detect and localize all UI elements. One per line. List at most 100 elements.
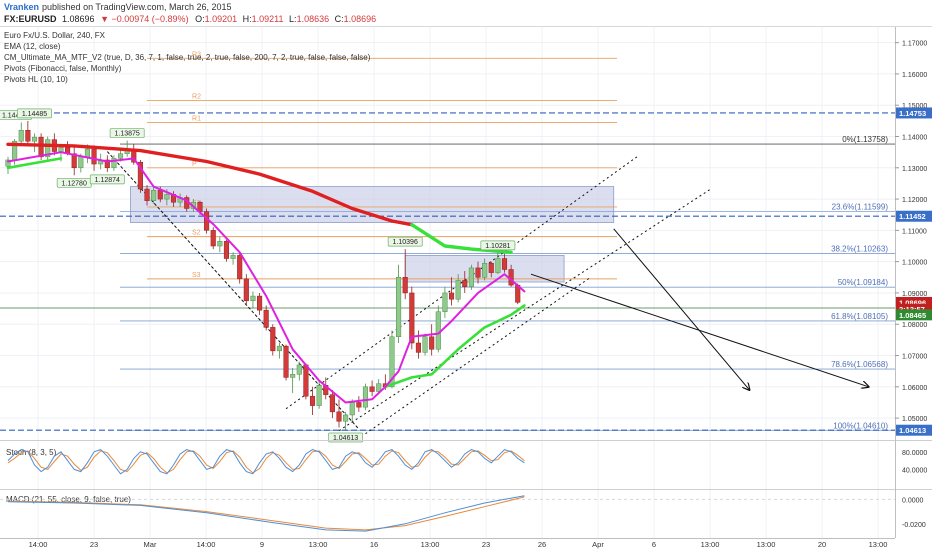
candle-body[interactable] (78, 156, 84, 169)
price-tag-label: 1.11452 (899, 212, 926, 221)
candle-body[interactable] (243, 278, 249, 302)
pivot-hl-label: 1.10396 (393, 239, 418, 246)
candle-body[interactable] (488, 262, 494, 273)
ohlc-l-key: L: (289, 14, 297, 24)
macd-axis-label: -0.0200 (902, 522, 926, 529)
candle-body[interactable] (263, 309, 269, 328)
symbol: FX:EURUSD (4, 14, 57, 24)
time-axis-label: 23 (482, 540, 490, 549)
candle-body[interactable] (84, 148, 90, 158)
candle-body[interactable] (409, 292, 415, 344)
time-axis-label: 13:00 (701, 540, 720, 549)
price-tag-label: 1.04613 (899, 426, 926, 435)
candle-body[interactable] (210, 230, 216, 247)
candle-body[interactable] (422, 336, 428, 353)
last-price: 1.08696 (62, 14, 95, 24)
time-axis-label: 14:00 (29, 540, 48, 549)
pivot-label: S3 (192, 272, 201, 279)
candle-body[interactable] (223, 241, 230, 259)
fib-level-label: 50%(1.09184) (838, 278, 889, 287)
candle-body[interactable] (501, 258, 508, 270)
time-axis-label: 13:00 (309, 540, 328, 549)
stoch-axis-label: 40.0000 (902, 467, 927, 474)
candle-body[interactable] (309, 395, 316, 406)
candle-body[interactable] (276, 345, 282, 352)
candle-body[interactable] (230, 255, 236, 259)
candle-body[interactable] (369, 386, 375, 392)
candle-body[interactable] (415, 342, 421, 353)
candle-body[interactable] (336, 411, 342, 422)
candle-body[interactable] (164, 194, 170, 200)
candle-body[interactable] (25, 130, 31, 142)
candle-body[interactable] (151, 190, 157, 201)
candle-body[interactable] (217, 241, 223, 247)
time-axis-label: 6 (652, 540, 656, 549)
candle-body[interactable] (482, 262, 488, 278)
candle-body[interactable] (475, 267, 481, 278)
stoch-axis-label: 80.0000 (902, 450, 927, 457)
price-axis-label: 1.06000 (902, 385, 927, 392)
candle-body[interactable] (356, 402, 362, 408)
study-pivots: Pivots (Fibonacci, false, Monthly) (4, 64, 122, 73)
candle-body[interactable] (468, 267, 474, 287)
candle-body[interactable] (343, 414, 349, 422)
published-text: published on TradingView.com, March 26, … (42, 2, 231, 12)
candle-body[interactable] (290, 374, 296, 378)
candle-body[interactable] (396, 277, 402, 338)
ohlc-c-key: C: (335, 14, 344, 24)
candle-body[interactable] (283, 345, 289, 378)
time-axis-label: Apr (592, 540, 604, 549)
candle-body[interactable] (442, 292, 448, 312)
candle-body[interactable] (257, 295, 263, 311)
candle-body[interactable] (429, 336, 435, 350)
price-change: ▼ −0.00974 (−0.89%) (100, 14, 188, 24)
candle-body[interactable] (349, 402, 355, 416)
time-axis-label: 23 (90, 540, 98, 549)
tradingview-chart[interactable]: Vranken published on TradingView.com, Mar… (0, 0, 932, 550)
candle-body[interactable] (58, 147, 64, 152)
candle-body[interactable] (402, 277, 408, 294)
pivot-hl-label: 1.14485 (22, 111, 47, 118)
macd-axis-label: 0.0000 (902, 497, 924, 504)
candle-body[interactable] (303, 364, 309, 397)
pivot-hl-label: 1.12874 (95, 177, 120, 184)
price-axis-label: 1.16000 (902, 72, 927, 79)
candle-body[interactable] (157, 190, 163, 200)
price-axis-label: 1.08000 (902, 322, 927, 329)
candle-body[interactable] (270, 327, 276, 352)
price-axis-label: 1.13000 (902, 166, 927, 173)
candle-body[interactable] (455, 280, 461, 300)
candle-body[interactable] (435, 311, 441, 350)
pivot-hl-label: 1.13875 (115, 131, 140, 138)
time-axis-label: 20 (818, 540, 826, 549)
ohlc-c: 1.08696 (344, 14, 377, 24)
time-axis-label: Mar (144, 540, 157, 549)
study-pivots-hl: Pivots HL (10, 10) (4, 75, 68, 84)
price-axis-label: 1.12000 (902, 197, 927, 204)
candle-body[interactable] (237, 255, 243, 280)
candle-body[interactable] (329, 394, 335, 413)
candle-body[interactable] (296, 364, 302, 375)
candle-body[interactable] (91, 148, 97, 165)
candle-body[interactable] (362, 386, 369, 408)
candle-body[interactable] (316, 384, 322, 406)
pivot-hl-label: 1.10281 (485, 243, 510, 250)
pivot-label: S2 (192, 230, 201, 237)
candle-body[interactable] (117, 153, 124, 159)
candle-body[interactable] (448, 292, 455, 300)
study-ema: EMA (12, close) (4, 42, 61, 51)
ohlc-l: 1.08636 (297, 14, 330, 24)
resistance-zone[interactable] (130, 186, 615, 223)
candle-body[interactable] (38, 136, 44, 158)
price-axis-label: 1.10000 (902, 260, 927, 267)
candle-body[interactable] (18, 130, 24, 142)
candle-body[interactable] (495, 258, 501, 273)
price-axis-label: 1.05000 (902, 416, 927, 423)
price-axis-label: 1.17000 (902, 41, 927, 48)
candle-body[interactable] (462, 280, 468, 287)
candle-body[interactable] (31, 136, 38, 142)
candle-body[interactable] (144, 188, 150, 201)
candle-body[interactable] (250, 295, 256, 302)
time-axis-label: 13:00 (757, 540, 776, 549)
ohlc-h-key: H: (243, 14, 252, 24)
